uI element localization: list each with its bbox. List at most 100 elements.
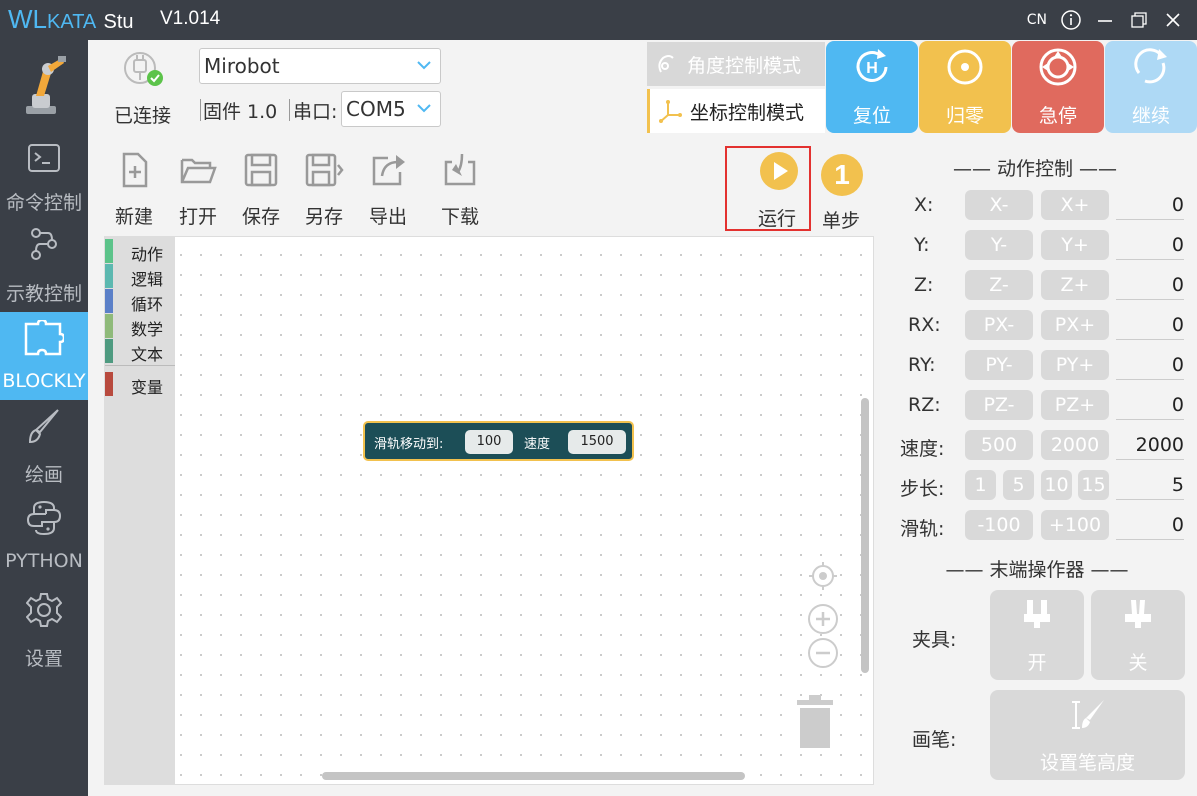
y-minus-button[interactable]: Y- [965,230,1033,260]
terminal-icon [28,144,60,172]
zoom-out-icon[interactable] [807,637,839,669]
chevron-down-icon [417,61,431,70]
speed-value[interactable]: 2000 [1116,430,1184,460]
home-button[interactable]: 归零 [919,41,1011,133]
gripper-open-button[interactable]: 开 [990,590,1084,680]
open-button[interactable]: 打开 [178,150,218,229]
tab-label: 坐标控制模式 [690,101,805,124]
step-button[interactable]: 1 [821,154,863,196]
sidebar-item-settings[interactable]: 设置 [0,590,88,670]
save-icon [244,153,278,187]
rx-value[interactable]: 0 [1116,310,1184,340]
sidebar-item-command[interactable]: 命令控制 [0,140,88,220]
category-action[interactable]: 动作 [105,239,175,264]
run-button[interactable] [760,152,798,190]
category-text[interactable]: 文本 [105,339,175,364]
info-icon[interactable] [1061,10,1081,30]
angle-mode-icon [658,55,674,73]
ry-plus-button[interactable]: PY+ [1041,350,1109,380]
export-button[interactable]: 导出 [368,150,408,229]
sidebar-item-label: BLOCKLY [2,370,86,392]
zoom-in-icon[interactable] [807,603,839,635]
step-10-button[interactable]: 10 [1041,470,1072,500]
x-minus-button[interactable]: X- [965,190,1033,220]
tab-coord-mode[interactable]: 坐标控制模式 [647,89,825,133]
sidebar-item-teach[interactable]: 示教控制 [0,225,88,305]
z-minus-button[interactable]: Z- [965,270,1033,300]
rail-position-field[interactable]: 100 [465,430,513,454]
category-label: 循环 [131,295,164,314]
y-label: Y: [914,234,930,256]
speed-2000-button[interactable]: 2000 [1041,430,1109,460]
set-pen-height-button[interactable]: 设置笔高度 [990,690,1185,780]
port-select[interactable]: COM5 [341,91,441,127]
rx-plus-button[interactable]: PX+ [1041,310,1109,340]
category-label: 变量 [131,378,164,397]
rz-label: RZ: [908,394,941,416]
new-file-icon [122,152,148,188]
x-value[interactable]: 0 [1116,190,1184,220]
blockly-workspace[interactable] [104,236,874,785]
svg-text:H: H [866,60,878,77]
category-label: 数学 [131,320,164,339]
divider [200,99,201,121]
category-logic[interactable]: 逻辑 [105,264,175,289]
category-loop[interactable]: 循环 [105,289,175,314]
chevron-down-icon [417,104,431,113]
rz-plus-button[interactable]: PZ+ [1041,390,1109,420]
step-5-button[interactable]: 5 [1003,470,1034,500]
recenter-icon[interactable] [807,560,839,592]
rail-speed-field[interactable]: 1500 [568,430,626,454]
sidebar-item-blockly[interactable]: BLOCKLY [0,312,88,400]
save-as-button[interactable]: 另存 [304,150,344,229]
rail-plus-button[interactable]: +100 [1041,510,1109,540]
sidebar-item-python[interactable]: PYTHON [0,498,88,578]
robot-arm-logo-icon [26,56,66,114]
ry-minus-button[interactable]: PY- [965,350,1033,380]
play-icon [774,162,788,180]
device-select[interactable]: Mirobot [199,48,441,84]
download-button[interactable]: 下载 [440,150,480,229]
gripper-close-button[interactable]: 关 [1091,590,1185,680]
rail-value[interactable]: 0 [1116,510,1184,540]
teach-path-icon [31,228,57,260]
language-toggle[interactable]: CN [1027,12,1047,28]
step-size-value[interactable]: 5 [1116,470,1184,500]
category-math[interactable]: 数学 [105,314,175,339]
z-value[interactable]: 0 [1116,270,1184,300]
download-icon [444,153,476,186]
horizontal-scrollbar[interactable] [322,772,745,780]
y-value[interactable]: 0 [1116,230,1184,260]
rail-move-block[interactable]: 滑轨移动到: 100 速度 1500 [363,421,634,461]
axis-icon [659,100,682,123]
speed-500-button[interactable]: 500 [965,430,1033,460]
resume-icon [1134,48,1167,84]
rz-value[interactable]: 0 [1116,390,1184,420]
emergency-stop-button[interactable]: 急停 [1012,41,1104,133]
x-plus-button[interactable]: X+ [1041,190,1109,220]
block-label: 速度 [524,437,551,452]
reset-button[interactable]: H 复位 [826,41,918,133]
rail-minus-button[interactable]: -100 [965,510,1033,540]
category-variable[interactable]: 变量 [105,372,175,397]
step-1-button[interactable]: 1 [965,470,996,500]
y-plus-button[interactable]: Y+ [1041,230,1109,260]
close-icon[interactable] [1163,10,1183,30]
save-button[interactable]: 保存 [241,150,281,229]
tab-angle-mode[interactable]: 角度控制模式 [647,42,825,86]
rz-minus-button[interactable]: PZ- [965,390,1033,420]
new-button[interactable]: 新建 [114,150,154,229]
ry-value[interactable]: 0 [1116,350,1184,380]
resume-button[interactable]: 继续 [1105,41,1197,133]
title-bar: WLKATA Stu V1.014 CN [0,0,1197,40]
minimize-icon[interactable] [1095,10,1115,30]
rx-minus-button[interactable]: PX- [965,310,1033,340]
plug-connected-icon[interactable] [122,50,166,90]
maximize-icon[interactable] [1129,10,1149,30]
step-15-button[interactable]: 15 [1078,470,1109,500]
trash-icon[interactable] [794,694,836,750]
z-plus-button[interactable]: Z+ [1041,270,1109,300]
sidebar-item-drawing[interactable]: 绘画 [0,408,88,488]
port-label: 串口: [293,101,338,123]
vertical-scrollbar[interactable] [861,398,869,673]
